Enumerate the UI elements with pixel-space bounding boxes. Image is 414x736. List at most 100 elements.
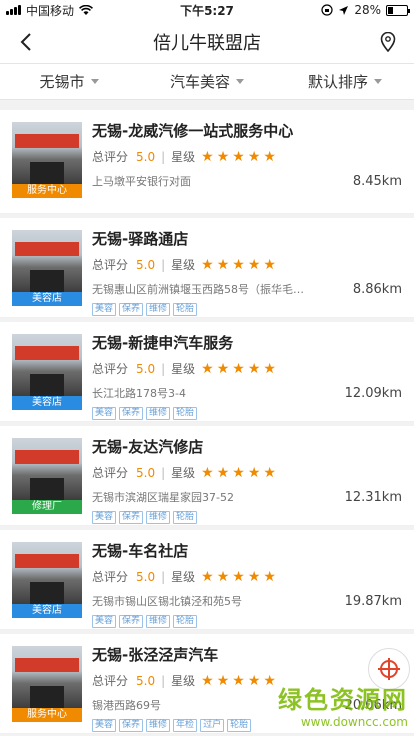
star-rating: ★ ★ ★ ★ ★ (201, 466, 276, 480)
star-icon: ★ (247, 464, 261, 481)
star-icon: ★ (216, 148, 230, 165)
store-card[interactable]: 修理厂 无锡-友达汽修店 总评分 5.0 | 星级 ★ ★ ★ ★ ★ 无锡市滨湖区瑞星… (0, 422, 414, 526)
service-tag: 轮胎 (227, 719, 252, 732)
divider: | (161, 465, 166, 480)
star-icon: ★ (263, 568, 276, 585)
star-icon: ★ (263, 464, 276, 481)
star-icon: ★ (216, 568, 230, 585)
stars-label: 星级 (171, 362, 196, 376)
store-photo (12, 438, 82, 500)
store-thumbnail: 美容店 (12, 334, 82, 410)
divider: | (161, 673, 166, 688)
store-name: 无锡-张泾泾声汽车 (92, 646, 219, 664)
service-tag: 过户 (200, 719, 225, 732)
store-thumbnail: 服务中心 (12, 646, 82, 722)
lock-rotation-icon (321, 4, 333, 16)
store-card[interactable]: 美容店 无锡-新捷申汽车服务 总评分 5.0 | 星级 ★ ★ ★ ★ ★ 长江北路17… (0, 318, 414, 422)
store-card[interactable]: 美容店 无锡-车名社店 总评分 5.0 | 星级 ★ ★ ★ ★ ★ 无锡市锡山区锡北镇… (0, 526, 414, 630)
service-tags: 美容 保养 维修 年检 过户 轮胎 (92, 719, 402, 732)
divider: | (161, 149, 166, 164)
store-name: 无锡-新捷申汽车服务 (92, 334, 234, 352)
star-icon: ★ (201, 464, 214, 481)
store-list: 服务中心 无锡-龙威汽修一站式服务中心 总评分 5.0 | 星级 ★ ★ ★ ★ ★ 上… (0, 100, 414, 734)
rating-label: 总评分 (92, 150, 129, 164)
service-tag: 年检 (173, 719, 198, 732)
star-icon: ★ (247, 148, 261, 165)
service-tag: 轮胎 (173, 407, 198, 420)
star-icon: ★ (247, 256, 261, 273)
star-icon: ★ (201, 360, 214, 377)
store-distance: 8.86km (352, 281, 402, 297)
service-tag: 维修 (146, 407, 171, 420)
star-icon: ★ (232, 672, 245, 689)
star-rating: ★ ★ ★ ★ ★ (201, 362, 276, 376)
store-address: 无锡市锡山区锡北镇泾和苑5号 (92, 595, 242, 608)
store-distance: 12.09km (344, 385, 402, 401)
service-tag: 轮胎 (173, 615, 198, 628)
stars-label: 星级 (171, 150, 196, 164)
star-icon: ★ (263, 360, 276, 377)
store-name: 无锡-车名社店 (92, 542, 189, 560)
store-name: 无锡-驿路通店 (92, 230, 189, 248)
stars-label: 星级 (171, 570, 196, 584)
store-address: 长江北路178号3-4 (92, 387, 186, 400)
rating-label: 总评分 (92, 466, 129, 480)
store-photo (12, 334, 82, 396)
divider: | (161, 361, 166, 376)
map-location-button[interactable] (376, 30, 400, 54)
star-icon: ★ (201, 256, 214, 273)
sort-filter[interactable]: 默认排序 (276, 64, 414, 99)
nav-bar: 倍儿牛联盟店 (0, 20, 414, 64)
city-filter[interactable]: 无锡市 (0, 64, 138, 99)
service-tag: 维修 (146, 719, 171, 732)
star-icon: ★ (232, 360, 245, 377)
rating-score: 5.0 (136, 465, 156, 480)
store-thumbnail: 服务中心 (12, 122, 82, 198)
rating-score: 5.0 (136, 149, 156, 164)
service-tag: 轮胎 (173, 303, 198, 316)
rating-label: 总评分 (92, 674, 129, 688)
carrier-label: 中国移动 (26, 3, 75, 18)
star-icon: ★ (216, 672, 230, 689)
store-type-badge: 美容店 (12, 604, 82, 618)
service-tag: 保养 (119, 615, 144, 628)
store-address: 无锡惠山区前洲镇堰玉西路58号（振华毛纱厂门... (92, 283, 310, 296)
store-photo (12, 646, 82, 708)
service-tags: 美容 保养 维修 轮胎 (92, 303, 402, 316)
store-thumbnail: 美容店 (12, 542, 82, 618)
store-address: 上马墩平安银行对面 (92, 175, 191, 188)
star-icon: ★ (247, 360, 261, 377)
service-tag: 保养 (119, 511, 144, 524)
store-address: 无锡市滨湖区瑞星家园37-52 (92, 491, 234, 504)
service-tag: 保养 (119, 303, 144, 316)
star-icon: ★ (216, 464, 230, 481)
sort-filter-label: 默认排序 (307, 73, 368, 91)
store-card[interactable]: 美容店 无锡-驿路通店 总评分 5.0 | 星级 ★ ★ ★ ★ ★ 无锡惠山区前洲镇堰… (0, 214, 414, 318)
store-distance: 19.87km (344, 593, 402, 609)
battery-icon (386, 4, 410, 16)
service-tag: 保养 (119, 719, 144, 732)
caret-down-icon (236, 79, 244, 84)
star-icon: ★ (201, 148, 214, 165)
service-filter[interactable]: 汽车美容 (138, 64, 276, 99)
store-card[interactable]: 服务中心 无锡-张泾泾声汽车 总评分 5.0 | 星级 ★ ★ ★ ★ ★ 锡港西路69… (0, 630, 414, 734)
locate-me-button[interactable] (368, 648, 410, 690)
battery-percent: 28% (354, 3, 381, 17)
stars-label: 星级 (171, 258, 196, 272)
store-card[interactable]: 服务中心 无锡-龙威汽修一站式服务中心 总评分 5.0 | 星级 ★ ★ ★ ★ ★ 上… (0, 110, 414, 214)
service-tag: 美容 (92, 615, 117, 628)
city-filter-label: 无锡市 (39, 73, 85, 91)
star-icon: ★ (216, 360, 230, 377)
back-button[interactable] (14, 30, 38, 54)
service-tag: 美容 (92, 719, 117, 732)
service-tag: 维修 (146, 303, 171, 316)
caret-down-icon (90, 79, 99, 84)
star-icon: ★ (247, 672, 261, 689)
service-tags: 美容 保养 维修 轮胎 (92, 407, 402, 420)
store-type-badge: 服务中心 (12, 708, 82, 722)
rating-score: 5.0 (136, 361, 156, 376)
store-thumbnail: 修理厂 (12, 438, 82, 514)
service-tag: 维修 (146, 511, 171, 524)
star-rating: ★ ★ ★ ★ ★ (201, 674, 276, 688)
rating-score: 5.0 (136, 569, 156, 584)
